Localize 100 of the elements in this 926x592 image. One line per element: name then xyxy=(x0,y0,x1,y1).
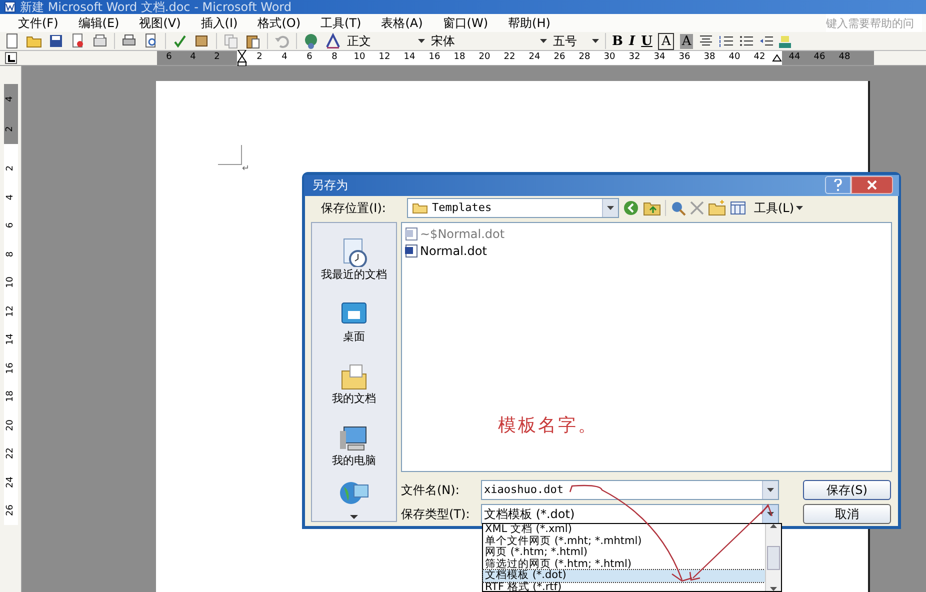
help-search-field[interactable]: 键入需要帮助的问 xyxy=(826,14,922,32)
ruler-number: 2 xyxy=(4,165,16,172)
menu-item[interactable]: 编辑(E) xyxy=(76,14,122,32)
highlight-icon[interactable] xyxy=(779,34,792,48)
ruler-number: 14 xyxy=(4,334,16,345)
font-dropdown[interactable]: 宋体 xyxy=(431,32,547,50)
file-item[interactable]: ~$Normal.dot xyxy=(404,225,889,242)
file-type-value: 文档模板 (*.dot) xyxy=(483,506,576,523)
bold-button[interactable]: B xyxy=(612,34,623,48)
place-label: 我的文档 xyxy=(332,391,376,407)
tab-selector-button[interactable] xyxy=(5,52,17,64)
spelling-check-icon[interactable] xyxy=(172,33,188,49)
scrollbar-thumb[interactable] xyxy=(767,546,780,570)
menu-item[interactable]: 插入(I) xyxy=(198,14,240,32)
caret-icon xyxy=(607,206,614,210)
save-button[interactable]: 保存(S) xyxy=(803,480,891,500)
file-type-option[interactable]: RTF 格式 (*.rtf) xyxy=(483,582,765,592)
new-folder-icon[interactable] xyxy=(708,200,726,216)
ruler-number: 4 xyxy=(4,194,16,200)
menu-item[interactable]: 窗口(W) xyxy=(440,14,490,32)
ruler-number: 2 xyxy=(256,51,264,64)
font-size-dropdown[interactable]: 五号 xyxy=(553,32,599,50)
places-bar-item[interactable]: 我最近的文档 xyxy=(312,229,396,287)
indent-marker-icon[interactable] xyxy=(237,50,247,66)
ruler-number: 18 xyxy=(452,51,466,64)
character-border-button[interactable]: A xyxy=(658,32,674,50)
file-type-option[interactable]: 网页 (*.htm; *.html) xyxy=(483,547,765,558)
menu-item[interactable]: 工具(T) xyxy=(318,14,364,32)
place-label: 桌面 xyxy=(343,329,365,345)
places-bar-item[interactable]: 桌面 xyxy=(312,291,396,349)
right-indent-marker-icon[interactable] xyxy=(772,54,782,62)
close-button[interactable] xyxy=(851,176,893,194)
file-type-dropdown[interactable]: 文档模板 (*.dot) xyxy=(481,504,779,524)
scroll-down-icon xyxy=(770,587,777,591)
ruler-number: 26 xyxy=(552,51,566,64)
numbered-list-icon[interactable] xyxy=(719,35,734,47)
caret-icon xyxy=(767,488,774,492)
caret-icon xyxy=(418,39,425,43)
ruler-number: 38 xyxy=(702,51,716,64)
file-type-option[interactable]: 筛选过的网页 (*.htm; *.html) xyxy=(483,558,765,570)
ruler-number: 48 xyxy=(838,51,852,64)
scrollbar[interactable] xyxy=(765,524,781,591)
scroll-down-icon[interactable] xyxy=(350,515,358,519)
font-value: 宋体 xyxy=(431,33,455,50)
views-icon[interactable] xyxy=(730,200,746,215)
file-item[interactable]: Normal.dot xyxy=(404,242,889,259)
ruler-number: 2 xyxy=(4,126,16,132)
menu-item[interactable]: 文件(F) xyxy=(16,14,60,32)
save-icon[interactable] xyxy=(48,33,64,49)
tools-menu-button[interactable]: 工具(L) xyxy=(754,198,804,217)
place-label: 我的电脑 xyxy=(332,453,376,469)
ruler-number: 8 xyxy=(330,51,338,64)
ruler-number: 24 xyxy=(4,476,16,488)
ruler-number: 6 xyxy=(165,51,173,64)
back-icon[interactable] xyxy=(623,200,639,216)
file-type-option[interactable]: 文档模板 (*.dot) xyxy=(483,570,765,582)
ruler-number: 10 xyxy=(4,276,16,288)
annotation-text: 模板名字。 xyxy=(498,414,598,438)
places-bar-item[interactable]: 我的文档 xyxy=(312,353,396,411)
menu-item[interactable]: 表格(A) xyxy=(379,14,425,32)
search-icon[interactable] xyxy=(670,200,686,216)
place-label: 我最近的文档 xyxy=(321,267,387,283)
align-center-icon[interactable] xyxy=(699,35,714,47)
ruler-number: 4 xyxy=(4,96,16,102)
caret-icon xyxy=(540,39,547,43)
research-icon[interactable] xyxy=(194,33,210,49)
places-bar-item[interactable]: 我的电脑 xyxy=(312,415,396,473)
font-size-value: 五号 xyxy=(553,33,577,50)
file-type-option[interactable]: XML 文档 (*.xml) xyxy=(483,524,765,536)
save-location-label: 保存位置(I): xyxy=(321,200,387,217)
paragraph-mark: ↵ xyxy=(242,163,250,176)
file-type-option[interactable]: 单个文件网页 (*.mht; *.mhtml) xyxy=(483,536,765,547)
caret-icon xyxy=(796,206,804,210)
ruler-number: 16 xyxy=(428,51,442,64)
menu-item[interactable]: 帮助(H) xyxy=(506,14,552,32)
styles-icon[interactable] xyxy=(325,33,341,49)
menu-item[interactable]: 视图(V) xyxy=(137,14,183,32)
character-shading-button[interactable]: A xyxy=(680,34,694,48)
ruler-number: 44 xyxy=(788,51,802,64)
save-location-dropdown[interactable]: Templates xyxy=(407,198,619,218)
cancel-button[interactable]: 取消 xyxy=(803,504,891,524)
underline-button[interactable]: U xyxy=(641,34,652,48)
filename-field[interactable]: xiaoshuo.dot xyxy=(481,480,779,500)
bullet-list-icon[interactable] xyxy=(739,35,754,47)
help-button[interactable] xyxy=(825,176,851,194)
folder-icon xyxy=(412,202,428,214)
filename-value: xiaoshuo.dot xyxy=(483,482,564,498)
permission-icon[interactable] xyxy=(70,33,86,49)
paste-icon[interactable] xyxy=(245,33,261,49)
email-icon[interactable] xyxy=(92,33,108,49)
decrease-indent-icon[interactable] xyxy=(759,35,774,47)
ruler-number: 10 xyxy=(352,51,366,64)
hyperlink-icon[interactable] xyxy=(303,33,319,49)
ruler-number: 6 xyxy=(306,51,314,64)
new-document-icon[interactable] xyxy=(4,33,20,49)
italic-button[interactable]: I xyxy=(629,34,636,48)
style-dropdown[interactable]: 正文 xyxy=(347,32,425,50)
menu-item[interactable]: 格式(O) xyxy=(256,14,303,32)
up-folder-icon[interactable] xyxy=(643,200,661,216)
ruler-number: 40 xyxy=(728,51,742,64)
